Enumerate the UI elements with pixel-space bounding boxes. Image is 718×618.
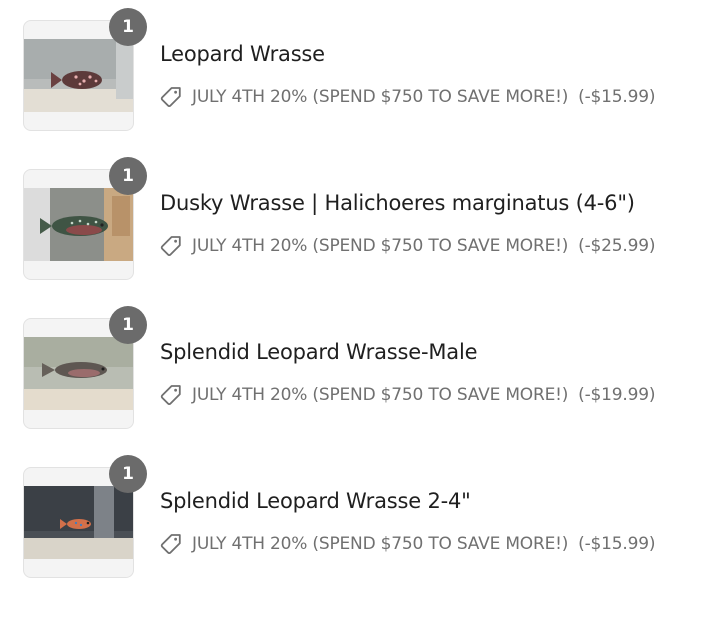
line-item: 1 Splendid Leopard Wrasse-Male JULY 4TH …	[0, 306, 718, 448]
fish-photo-icon	[24, 39, 133, 112]
line-item: 1 Splendid Leopard Wrasse 2-4" JULY 4TH …	[0, 455, 718, 597]
fish-photo-icon	[24, 188, 133, 261]
quantity-badge: 1	[109, 455, 147, 493]
discount-amount: (-$19.99)	[578, 385, 656, 405]
discount-line: JULY 4TH 20% (SPEND $750 TO SAVE MORE!) …	[159, 382, 655, 408]
tag-icon	[160, 236, 181, 256]
tag-icon	[160, 87, 181, 107]
discount-amount: (-$15.99)	[578, 87, 656, 107]
quantity-badge: 1	[109, 306, 147, 344]
line-item: 1 Dusky Wrasse | Halichoeres marginatus …	[0, 157, 718, 299]
discount-line: JULY 4TH 20% (SPEND $750 TO SAVE MORE!) …	[159, 84, 655, 110]
order-line-items: 1 Leopard Wrasse JULY 4TH 20% (SPEND $75…	[0, 0, 718, 618]
discount-code-label: JULY 4TH 20% (SPEND $750 TO SAVE MORE!)	[192, 236, 569, 256]
discount-amount: (-$25.99)	[578, 236, 656, 256]
discount-code-label: JULY 4TH 20% (SPEND $750 TO SAVE MORE!)	[192, 87, 569, 107]
quantity-badge: 1	[109, 157, 147, 195]
tag-icon	[160, 385, 181, 405]
line-item: 1 Leopard Wrasse JULY 4TH 20% (SPEND $75…	[0, 8, 718, 150]
discount-line: JULY 4TH 20% (SPEND $750 TO SAVE MORE!) …	[159, 233, 655, 259]
product-thumbnail-wrap: 1	[23, 306, 147, 429]
product-title: Dusky Wrasse | Halichoeres marginatus (4…	[160, 191, 635, 215]
product-thumbnail-wrap: 1	[23, 8, 147, 131]
fish-photo-icon	[24, 337, 133, 410]
discount-code-label: JULY 4TH 20% (SPEND $750 TO SAVE MORE!)	[192, 385, 569, 405]
product-thumbnail-wrap: 1	[23, 455, 147, 578]
discount-amount: (-$15.99)	[578, 534, 656, 554]
quantity-badge: 1	[109, 8, 147, 46]
tag-icon	[160, 534, 181, 554]
discount-line: JULY 4TH 20% (SPEND $750 TO SAVE MORE!) …	[159, 531, 655, 557]
product-thumbnail-wrap: 1	[23, 157, 147, 280]
fish-photo-icon	[24, 486, 133, 559]
product-title: Splendid Leopard Wrasse 2-4"	[160, 489, 471, 513]
product-title: Splendid Leopard Wrasse-Male	[160, 340, 478, 364]
discount-code-label: JULY 4TH 20% (SPEND $750 TO SAVE MORE!)	[192, 534, 569, 554]
product-title: Leopard Wrasse	[160, 42, 325, 66]
